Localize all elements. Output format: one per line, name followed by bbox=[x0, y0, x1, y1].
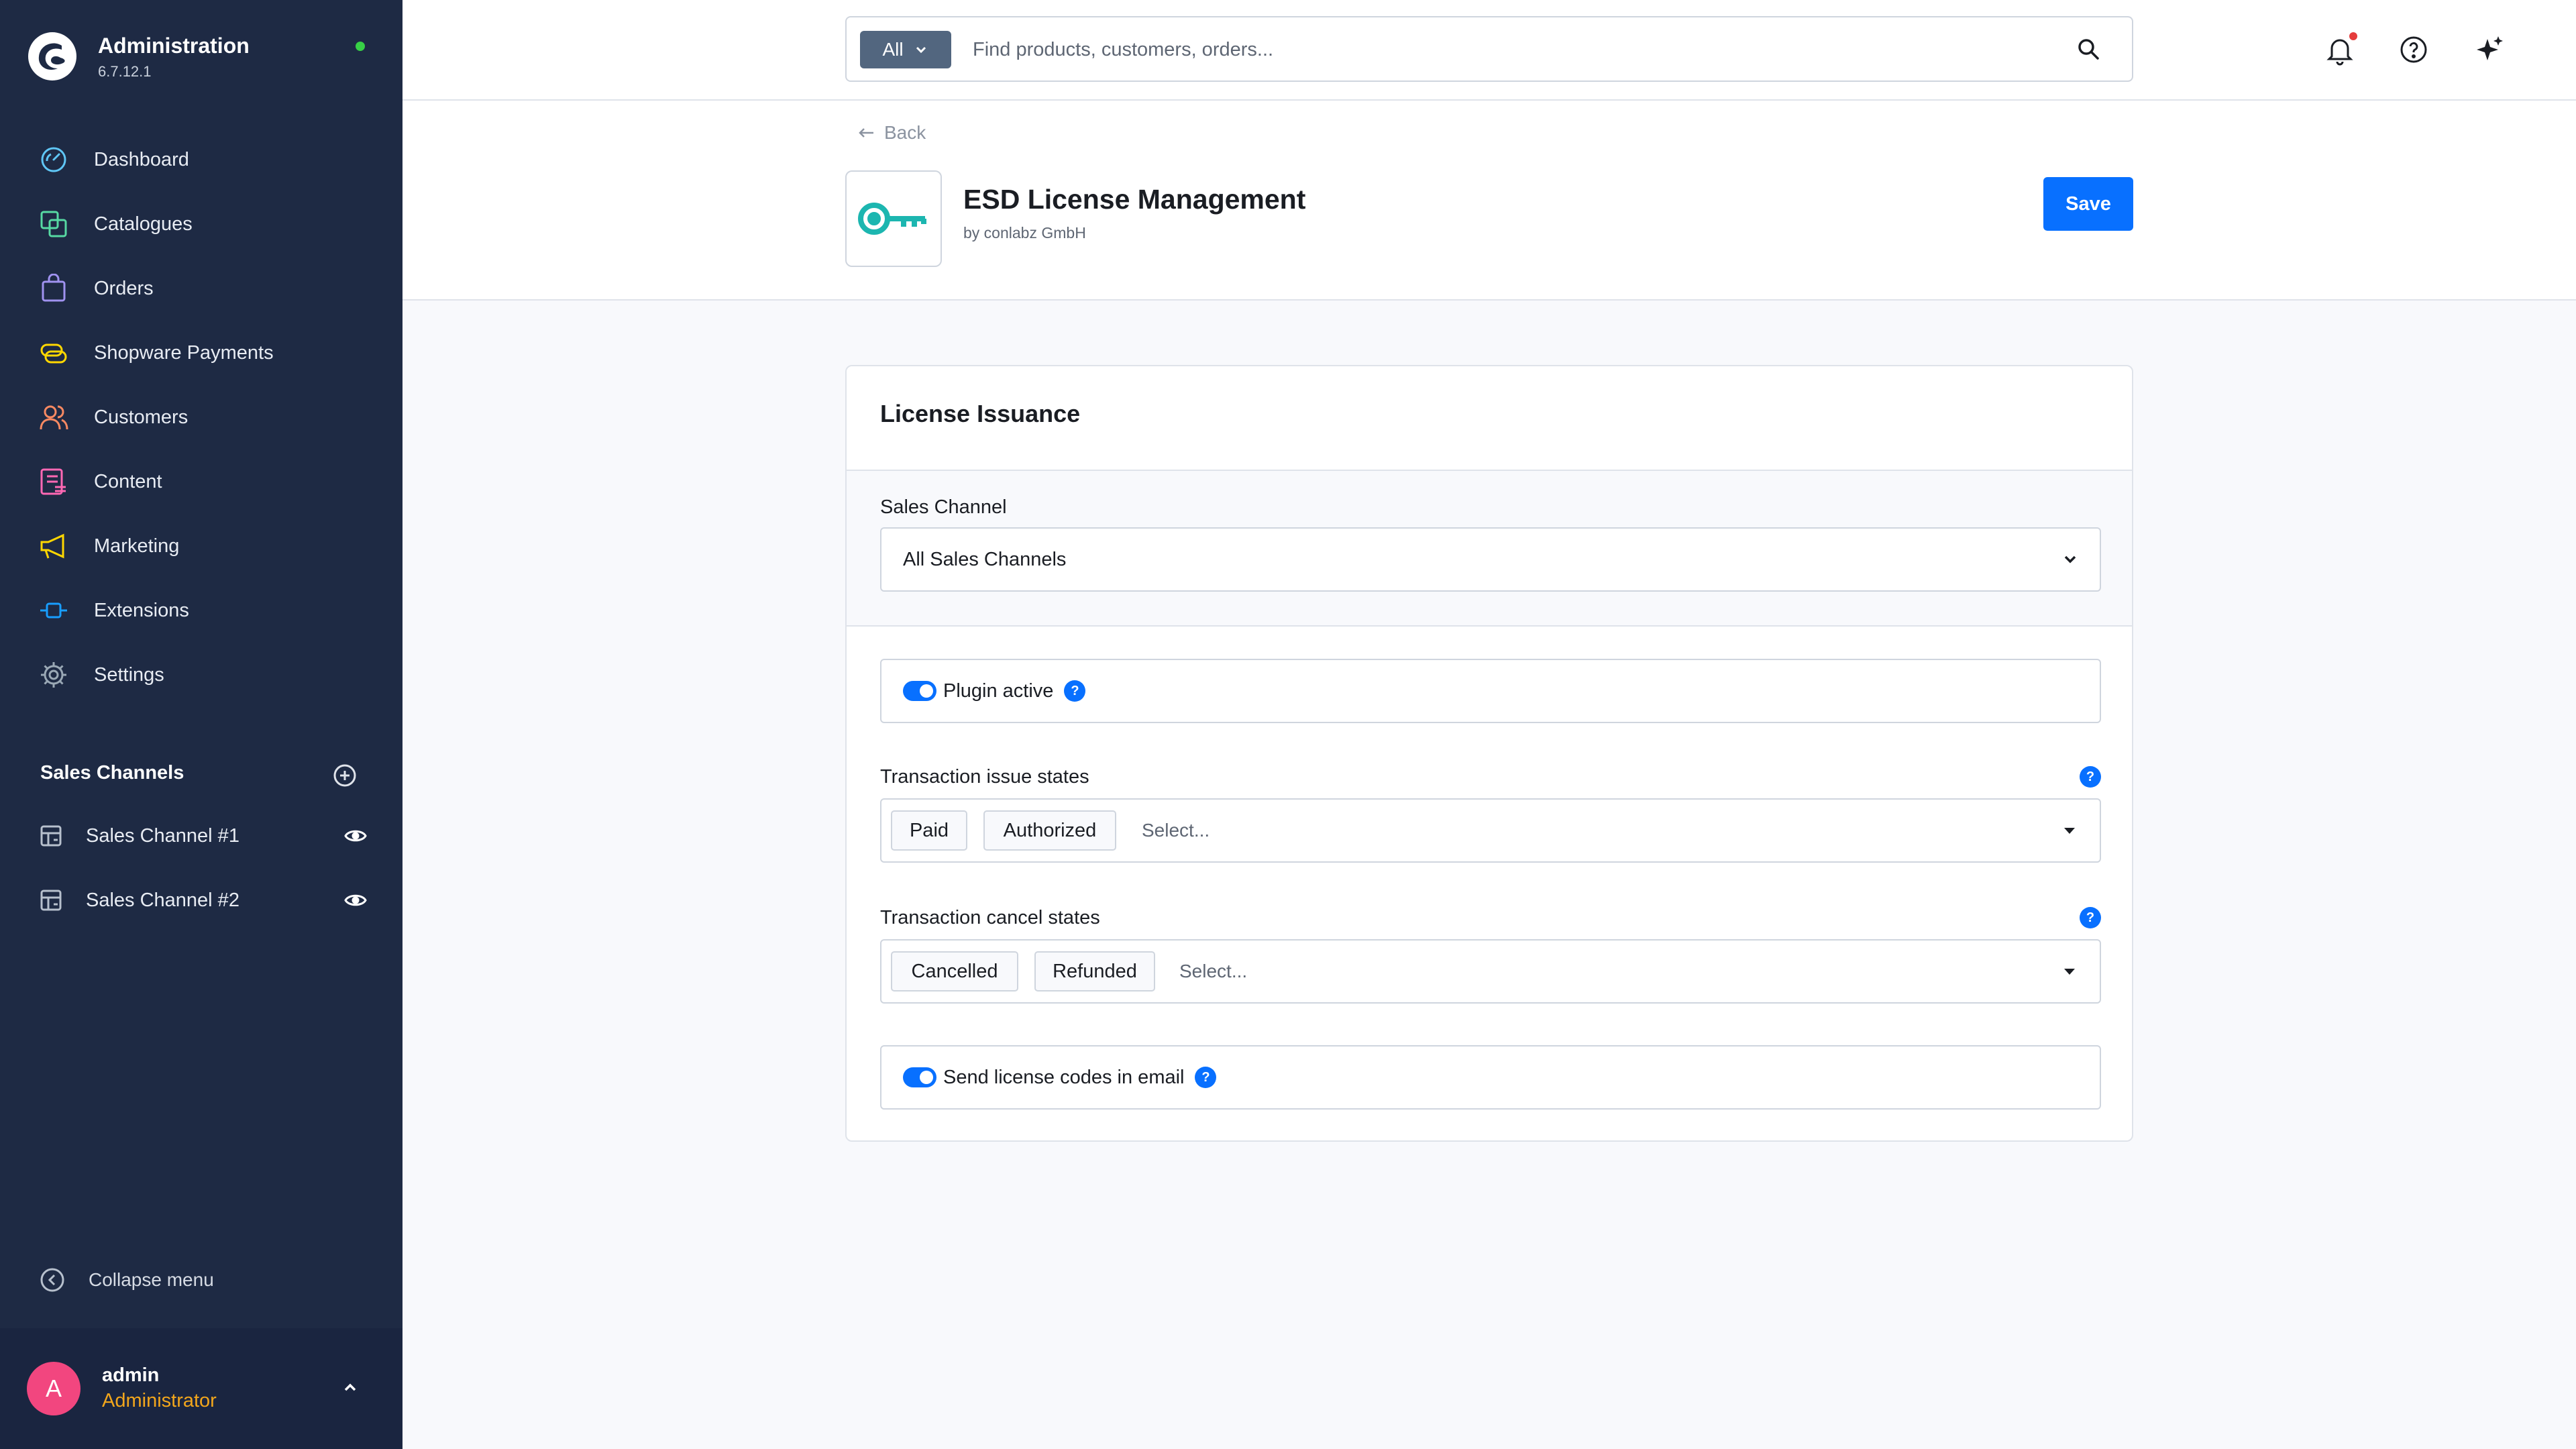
orders-icon bbox=[42, 274, 66, 302]
customers-icon bbox=[40, 405, 68, 430]
eye-icon[interactable] bbox=[343, 824, 368, 848]
toggle-switch[interactable] bbox=[903, 1067, 936, 1087]
sales-channel-label: Sales Channel #1 bbox=[86, 824, 239, 847]
payments-icon bbox=[40, 343, 67, 364]
nav-label: Content bbox=[94, 470, 162, 492]
send-license-codes-switch[interactable]: Send license codes in email ? bbox=[880, 1045, 2101, 1110]
avatar: A bbox=[27, 1362, 80, 1415]
select-placeholder: Select... bbox=[1179, 961, 1248, 981]
user-menu[interactable]: A admin Administrator bbox=[0, 1328, 402, 1449]
plugin-active-label: Plugin active bbox=[943, 680, 1054, 702]
collapse-menu-label: Collapse menu bbox=[89, 1269, 214, 1290]
nav-item-shopware-payments[interactable]: Shopware Payments bbox=[39, 334, 274, 372]
search-input[interactable] bbox=[971, 17, 2047, 82]
extension-header: Back ESD License Management by conlabz G… bbox=[402, 101, 2576, 301]
sales-channel-item[interactable]: Sales Channel #2 bbox=[39, 881, 368, 919]
content-icon bbox=[40, 468, 66, 495]
eye-icon[interactable] bbox=[343, 888, 368, 912]
help-tooltip-icon[interactable]: ? bbox=[2080, 766, 2101, 788]
sales-channels-heading: Sales Channels bbox=[40, 762, 184, 784]
nav-label: Orders bbox=[94, 277, 154, 299]
arrow-left-icon bbox=[859, 128, 873, 138]
issue-states-select[interactable]: Paid Authorized Select... bbox=[880, 798, 2101, 863]
marketing-icon bbox=[40, 533, 64, 559]
search-type-label: All bbox=[882, 39, 904, 60]
notification-badge bbox=[2349, 32, 2357, 40]
chevron-down-icon bbox=[916, 46, 926, 54]
chevron-down-icon bbox=[2064, 555, 2076, 564]
toggle-switch[interactable] bbox=[903, 681, 936, 701]
sales-channel-item[interactable]: Sales Channel #1 bbox=[39, 817, 368, 855]
sales-channel-select[interactable]: All Sales Channels bbox=[880, 527, 2101, 592]
extensions-icon bbox=[40, 602, 67, 619]
back-link[interactable]: Back bbox=[856, 122, 926, 144]
nav-label: Settings bbox=[94, 663, 164, 686]
tag-authorized[interactable]: Authorized bbox=[983, 810, 1116, 851]
chevron-down-icon bbox=[2064, 969, 2075, 975]
page-title: ESD License Management bbox=[963, 184, 1306, 215]
plugin-active-switch[interactable]: Plugin active ? bbox=[880, 659, 2101, 723]
add-sales-channel-icon[interactable] bbox=[333, 763, 357, 788]
extension-logo bbox=[845, 170, 942, 267]
divider bbox=[847, 625, 2132, 627]
nav-label: Dashboard bbox=[94, 148, 189, 170]
nav-label: Marketing bbox=[94, 535, 180, 557]
collapse-menu-button[interactable]: Collapse menu bbox=[39, 1267, 214, 1293]
tag-cancelled[interactable]: Cancelled bbox=[891, 951, 1018, 991]
user-name: admin bbox=[102, 1364, 160, 1386]
chevron-up-icon[interactable] bbox=[339, 1377, 361, 1398]
sales-channel-value: All Sales Channels bbox=[903, 549, 1067, 570]
nav-label: Extensions bbox=[94, 599, 189, 621]
tag-paid[interactable]: Paid bbox=[891, 810, 967, 851]
help-icon[interactable] bbox=[2398, 34, 2430, 66]
help-tooltip-icon[interactable]: ? bbox=[2080, 907, 2101, 928]
sparkle-icon[interactable] bbox=[2474, 34, 2506, 66]
nav-item-catalogues[interactable]: Catalogues bbox=[39, 205, 193, 243]
help-tooltip-icon[interactable]: ? bbox=[1195, 1067, 1217, 1088]
nav-item-content[interactable]: Content bbox=[39, 463, 162, 500]
cancel-states-label: Transaction cancel states bbox=[880, 907, 1100, 928]
license-issuance-card: License Issuance Sales Channel All Sales… bbox=[845, 365, 2133, 1142]
nav-label: Catalogues bbox=[94, 213, 193, 235]
chevron-left-circle-icon bbox=[40, 1268, 64, 1292]
storefront-icon bbox=[40, 825, 62, 847]
nav-item-settings[interactable]: Settings bbox=[39, 656, 164, 694]
settings-icon bbox=[41, 662, 66, 688]
sidebar: Administration 6.7.12.1 Dashboard Catalo… bbox=[0, 0, 402, 1449]
save-button[interactable]: Save bbox=[2043, 177, 2133, 231]
help-tooltip-icon[interactable]: ? bbox=[1064, 680, 1086, 702]
sales-channel-label: Sales Channel #2 bbox=[86, 889, 239, 911]
brand-version: 6.7.12.1 bbox=[98, 63, 152, 80]
cancel-states-select[interactable]: Cancelled Refunded Select... bbox=[880, 939, 2101, 1004]
catalogue-icon bbox=[40, 211, 67, 237]
storefront-icon bbox=[40, 890, 62, 911]
nav-item-customers[interactable]: Customers bbox=[39, 398, 188, 436]
status-online-indicator bbox=[356, 42, 365, 51]
dashboard-icon bbox=[41, 147, 66, 172]
nav-item-marketing[interactable]: Marketing bbox=[39, 527, 179, 565]
issue-states-label: Transaction issue states bbox=[880, 766, 1089, 788]
tag-refunded[interactable]: Refunded bbox=[1034, 951, 1155, 991]
shopware-logo-icon[interactable] bbox=[27, 31, 78, 82]
nav-item-dashboard[interactable]: Dashboard bbox=[39, 141, 189, 178]
nav-label: Customers bbox=[94, 406, 189, 428]
chevron-down-icon bbox=[2064, 828, 2075, 834]
extension-vendor: by conlabz GmbH bbox=[963, 224, 1086, 241]
back-label: Back bbox=[884, 122, 926, 143]
key-icon bbox=[858, 203, 926, 235]
user-role: Administrator bbox=[102, 1390, 217, 1411]
brand-title: Administration bbox=[98, 34, 250, 58]
search-type-dropdown[interactable]: All bbox=[860, 31, 951, 68]
card-title: License Issuance bbox=[880, 400, 1081, 427]
nav-item-orders[interactable]: Orders bbox=[39, 270, 154, 307]
send-license-codes-label: Send license codes in email bbox=[943, 1066, 1185, 1088]
top-bar: All bbox=[402, 0, 2576, 101]
nav-label: Shopware Payments bbox=[94, 341, 274, 364]
global-search: All bbox=[845, 16, 2133, 82]
select-placeholder: Select... bbox=[1142, 820, 1210, 841]
search-icon[interactable] bbox=[2074, 35, 2102, 63]
sales-channel-section: Sales Channel All Sales Channels bbox=[847, 471, 2132, 625]
nav-item-extensions[interactable]: Extensions bbox=[39, 592, 189, 629]
sales-channel-label: Sales Channel bbox=[880, 496, 1007, 518]
